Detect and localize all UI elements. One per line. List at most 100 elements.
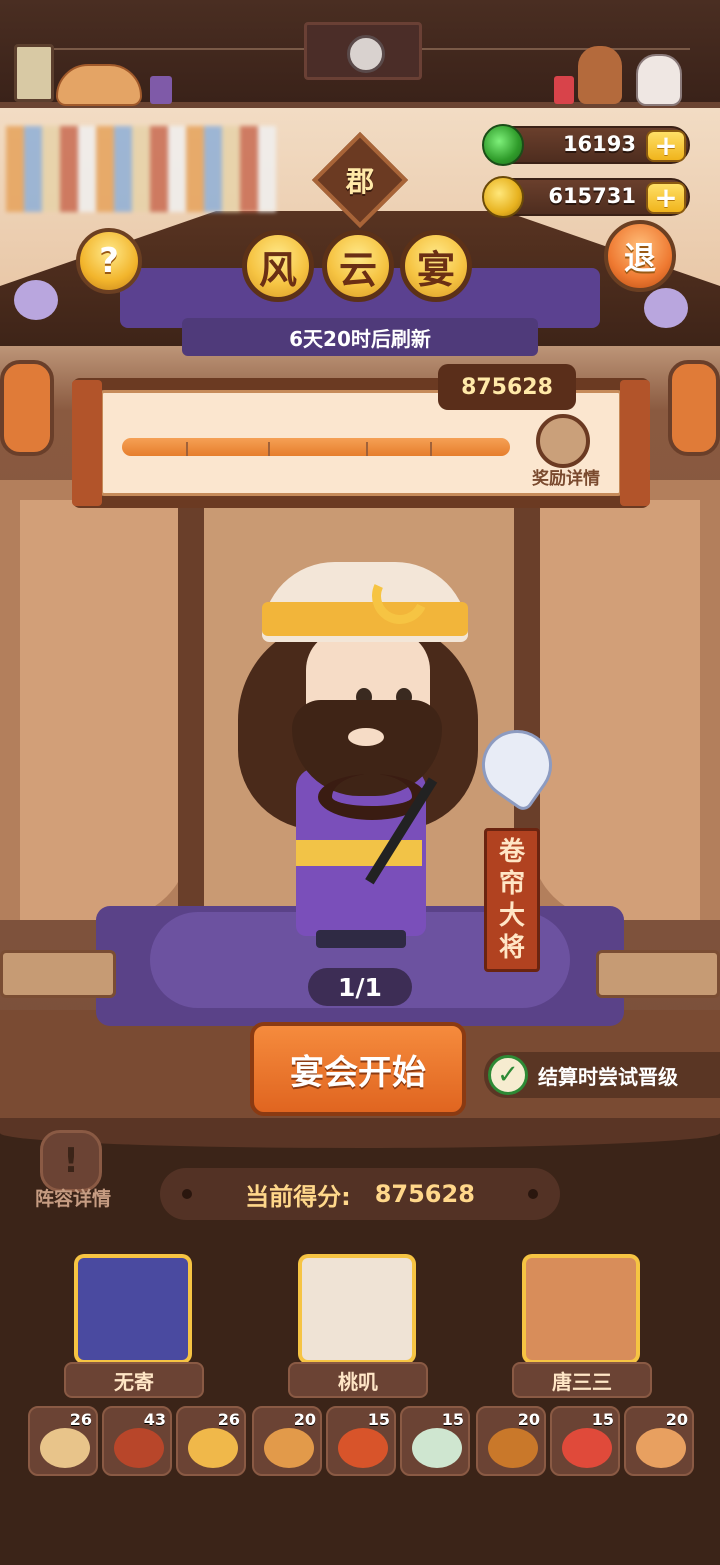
hero-name: 桃叽 [288, 1362, 428, 1398]
add-gold-button[interactable]: + [646, 182, 686, 214]
dish-count: 20 [665, 1410, 688, 1429]
exit-button[interactable]: 退 [604, 220, 676, 292]
lantern-icon [668, 360, 720, 456]
add-jade-button[interactable]: + [646, 130, 686, 162]
current-score-value: 875628 [374, 1180, 475, 1208]
character-belt [296, 840, 422, 866]
cup-decoration [554, 76, 574, 104]
jade-coin-icon [482, 124, 524, 166]
reward-details-button[interactable]: 奖励详情 [522, 464, 610, 489]
flower-icon [14, 280, 58, 320]
refresh-timer: 6天20时后刷新 [182, 318, 538, 356]
hero-card[interactable] [74, 1254, 192, 1364]
name-char: 将 [498, 933, 525, 963]
lineup-details-icon[interactable]: ! [40, 1130, 102, 1192]
progress-tick [268, 442, 270, 456]
scroll-cap-right [620, 380, 650, 506]
name-char: 卷 [498, 837, 525, 867]
dish-icon [338, 1428, 388, 1468]
doll-decoration [578, 46, 622, 104]
pillar-left [178, 500, 204, 920]
name-char: 大 [498, 901, 525, 931]
promotion-toggle-label: 结算时尝试晋级 [538, 1064, 678, 1089]
dish-item[interactable]: 20 [624, 1406, 694, 1476]
start-banquet-button[interactable]: 宴会开始 [250, 1022, 466, 1116]
dish-icon [488, 1428, 538, 1468]
rank-badge-label: 郡 [345, 165, 374, 198]
dish-item[interactable]: 20 [476, 1406, 546, 1476]
hanging-portrait [304, 22, 422, 80]
hero-card[interactable] [522, 1254, 640, 1364]
character-hatband [262, 602, 468, 636]
character-name-banner: 卷 帘 大 将 [484, 828, 540, 972]
dish-count: 20 [293, 1410, 316, 1429]
help-button[interactable]: ? [76, 228, 142, 294]
progress-tick [366, 442, 368, 456]
gold-coin-icon [482, 176, 524, 218]
gold-currency: 615731 + [482, 176, 690, 218]
dish-icon [40, 1428, 90, 1468]
flower-icon [644, 288, 688, 328]
checkmark-icon[interactable]: ✓ [488, 1055, 528, 1095]
dish-icon [264, 1428, 314, 1468]
character-mouth [348, 728, 384, 746]
dish-count: 15 [441, 1410, 464, 1429]
title-char-2: 云 [322, 230, 394, 302]
gold-amount: 615731 [548, 184, 636, 208]
bench-right [596, 950, 720, 998]
dish-item[interactable]: 15 [550, 1406, 620, 1476]
current-score-label: 当前得分: [245, 1182, 351, 1211]
score-dot [528, 1189, 538, 1199]
dish-count: 43 [143, 1410, 166, 1429]
dish-item[interactable]: 15 [326, 1406, 396, 1476]
dish-icon [562, 1428, 612, 1468]
white-cat-decoration [636, 54, 682, 106]
dish-count: 15 [367, 1410, 390, 1429]
title-char-1: 风 [242, 230, 314, 302]
curtain-left [20, 500, 190, 920]
dish-item[interactable]: 26 [28, 1406, 98, 1476]
title-char-3: 宴 [400, 230, 472, 302]
scroll-cap-left [72, 380, 102, 506]
progress-bar-fill [122, 438, 510, 456]
player-info-blurred[interactable] [6, 126, 276, 212]
hero-portrait [302, 1258, 412, 1360]
progress-score-tag: 875628 [438, 364, 576, 410]
cat-decoration [56, 64, 142, 106]
cup-decoration [150, 76, 172, 104]
current-score: 当前得分: 875628 [160, 1168, 560, 1220]
hero-card[interactable] [298, 1254, 416, 1364]
score-dot [182, 1189, 192, 1199]
hero-name: 唐三三 [512, 1362, 652, 1398]
character-legs [316, 930, 406, 948]
dish-count: 15 [591, 1410, 614, 1429]
jade-currency: 16193 + [482, 124, 690, 166]
promotion-toggle[interactable]: ✓ 结算时尝试晋级 [484, 1052, 720, 1098]
hero-portrait [526, 1258, 636, 1360]
reward-details-icon[interactable] [536, 414, 590, 468]
jade-amount: 16193 [562, 132, 636, 156]
curtain-right [530, 500, 700, 920]
lantern-icon [0, 360, 54, 456]
raccoon-icon [347, 35, 385, 73]
name-char: 帘 [498, 869, 525, 899]
dish-icon [636, 1428, 686, 1468]
dish-item[interactable]: 26 [176, 1406, 246, 1476]
dish-item[interactable]: 15 [400, 1406, 470, 1476]
hero-name: 无寄 [64, 1362, 204, 1398]
bench-left [0, 950, 116, 998]
dish-item[interactable]: 43 [102, 1406, 172, 1476]
dish-icon [412, 1428, 462, 1468]
progress-tick [430, 442, 432, 456]
dish-count: 20 [517, 1410, 540, 1429]
paw-sign-icon [14, 44, 54, 102]
dish-item[interactable]: 20 [252, 1406, 322, 1476]
progress-tick [186, 442, 188, 456]
lineup-details-button[interactable]: 阵容详情 [20, 1184, 126, 1211]
dish-icon [114, 1428, 164, 1468]
hero-portrait [78, 1258, 188, 1360]
dish-count: 26 [69, 1410, 92, 1429]
dish-icon [188, 1428, 238, 1468]
dish-count: 26 [217, 1410, 240, 1429]
character-counter: 1/1 [308, 968, 412, 1006]
